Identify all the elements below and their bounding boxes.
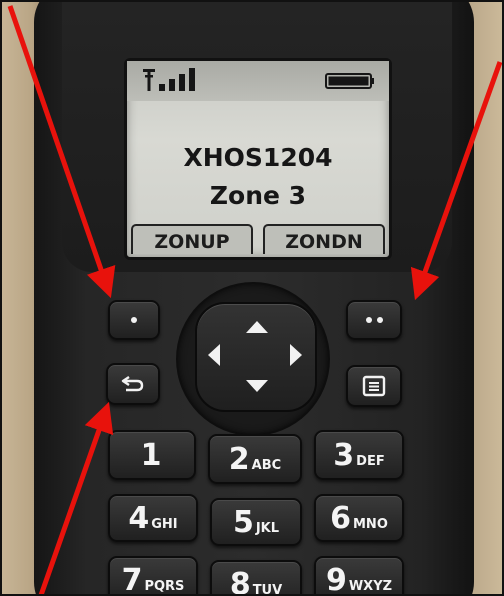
keypad-key-7[interactable]: 7 PQRS [108, 556, 198, 596]
keypad-key-6[interactable]: 6 MNO [314, 494, 404, 542]
key-1-digit: 1 [140, 437, 162, 473]
key-4-digit: 4 [128, 500, 150, 536]
photo-frame: XHOS1204 Zone 3 ZONUP ZONDN 1 2 ABC 3 DE… [0, 0, 504, 596]
keypad-key-8[interactable]: 8 TUV [210, 560, 302, 596]
left-softkey-button[interactable] [108, 300, 160, 340]
back-button[interactable] [106, 363, 160, 405]
keypad-key-9[interactable]: 9 WXYZ [314, 556, 404, 596]
back-arrow-icon [121, 376, 144, 392]
key-2-letters: ABC [251, 457, 282, 473]
nav-right-icon[interactable] [290, 344, 302, 366]
keypad-key-5[interactable]: 5 JKL [210, 498, 302, 546]
nav-down-icon[interactable] [246, 380, 268, 392]
key-7-letters: PQRS [144, 578, 185, 594]
display-line-2: Zone 3 [209, 181, 307, 210]
nav-up-icon[interactable] [246, 321, 268, 333]
keypad-key-4[interactable]: 4 GHI [108, 494, 198, 542]
keypad-key-1[interactable]: 1 [108, 430, 196, 480]
key-9-digit: 9 [325, 562, 347, 596]
status-bar [127, 61, 389, 101]
key-2-digit: 2 [228, 441, 250, 477]
key-8-letters: TUV [252, 582, 283, 596]
key-7-digit: 7 [121, 562, 143, 596]
menu-icon [362, 375, 386, 397]
key-4-letters: GHI [151, 516, 178, 532]
right-softkey-button[interactable] [346, 300, 402, 340]
softkey-label-left: ZONUP [131, 224, 253, 254]
keypad-key-3[interactable]: 3 DEF [314, 430, 404, 480]
key-3-letters: DEF [356, 453, 385, 469]
single-dot-icon [131, 317, 137, 323]
key-3-digit: 3 [333, 437, 355, 473]
keypad-key-2[interactable]: 2 ABC [208, 434, 302, 484]
display-line-1: XHOS1204 [183, 143, 333, 172]
nav-left-icon[interactable] [208, 344, 220, 366]
key-9-letters: WXYZ [348, 578, 393, 594]
key-6-digit: 6 [330, 500, 351, 536]
double-dot-icon [365, 317, 383, 323]
key-5-letters: JKL [255, 520, 280, 536]
battery-icon [325, 73, 374, 89]
softkey-label-right: ZONDN [263, 224, 385, 254]
key-6-letters: MNO [353, 516, 388, 532]
menu-button[interactable] [346, 365, 402, 407]
key-8-digit: 8 [229, 566, 251, 596]
key-5-digit: 5 [232, 504, 254, 540]
lcd-screen: XHOS1204 Zone 3 ZONUP ZONDN [124, 58, 392, 260]
signal-strength-icon [143, 68, 195, 91]
